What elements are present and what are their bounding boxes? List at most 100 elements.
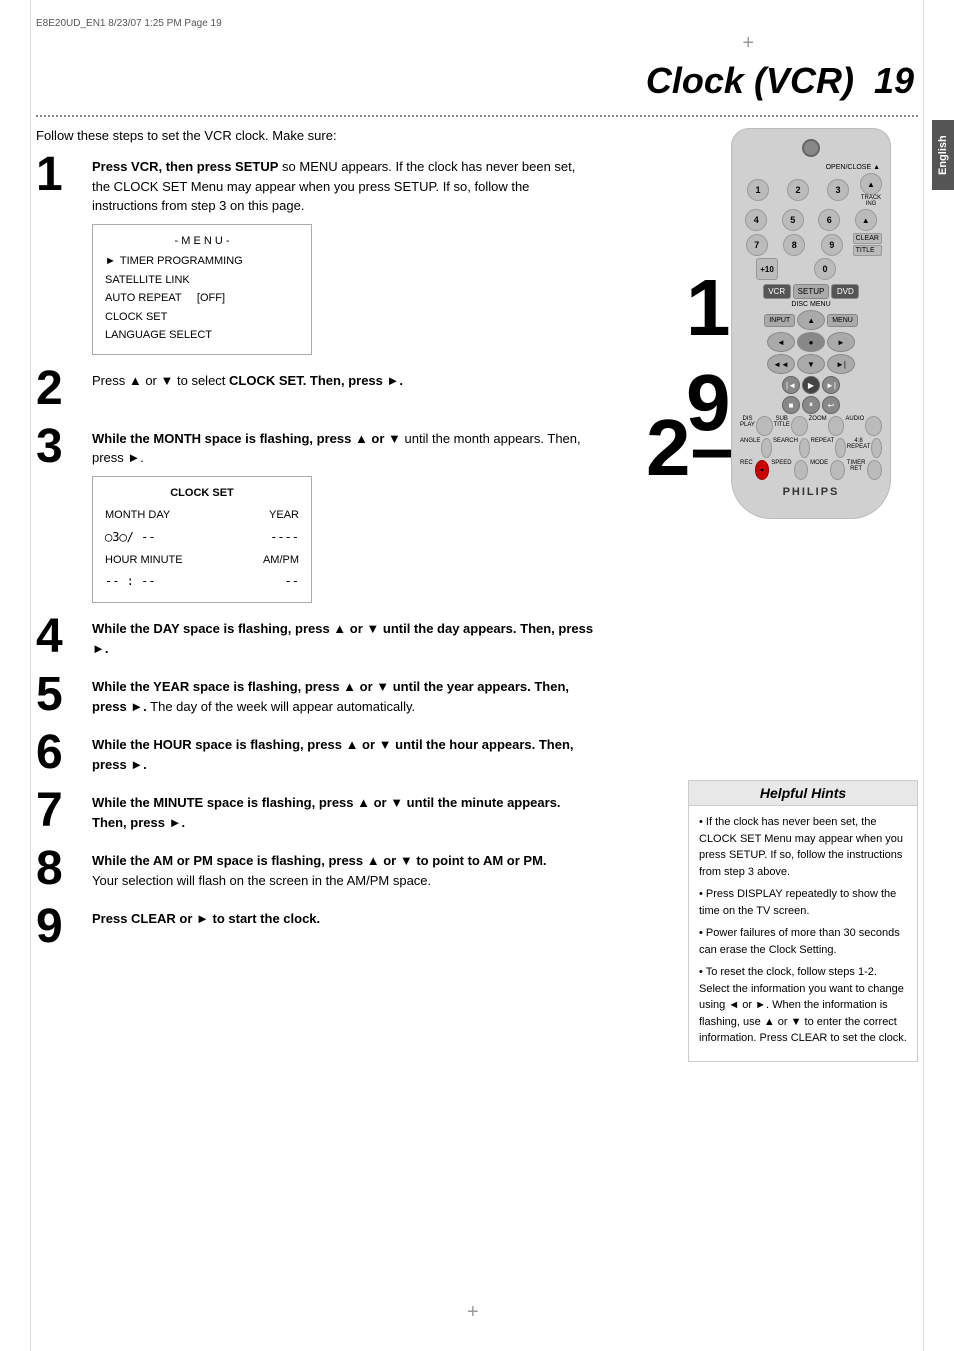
display-button[interactable]	[756, 416, 773, 436]
tracking-up-button[interactable]: ▲	[860, 173, 882, 195]
nav-ok-button[interactable]: ●	[797, 332, 825, 352]
audio-button[interactable]	[865, 416, 882, 436]
step-7: 7 While the MINUTE space is flashing, pr…	[36, 793, 596, 835]
menu-item-5-text: LANGUAGE SELECT	[105, 327, 212, 344]
subtitle-button[interactable]	[791, 416, 808, 436]
step-2: 2 Press ▲ or ▼ to select CLOCK SET. Then…	[36, 371, 596, 413]
menu-title: - M E N U -	[105, 233, 299, 250]
philips-label: PHILIPS	[740, 486, 882, 498]
audio-label: AUDIO	[845, 416, 864, 436]
nav-left-button[interactable]: ◄	[767, 332, 795, 352]
step-5-content: While the YEAR space is flashing, press …	[92, 677, 596, 716]
step-5-number: 5	[36, 671, 84, 719]
main-content: Follow these steps to set the VCR clock.…	[36, 128, 596, 967]
mode-row: VCR SETUP DVD	[740, 284, 882, 299]
step-8-text: While the AM or PM space is flashing, pr…	[92, 853, 547, 868]
subtitle-label: SUBTITLE	[774, 416, 790, 436]
clear-title-area: CLEAR TITLE	[853, 233, 882, 256]
transport-row-1: |◄ ▶ ►|	[740, 376, 882, 394]
power-button[interactable]	[802, 139, 820, 157]
nav-up-button[interactable]: ▲	[797, 310, 825, 330]
nav-down-button[interactable]: ▼	[797, 354, 825, 374]
menu-item-4: CLOCK SET	[105, 309, 299, 326]
stop-button[interactable]: ■	[782, 396, 800, 414]
helpful-hints-box: Helpful Hints If the clock has never bee…	[688, 780, 918, 1062]
play-button[interactable]: ▶	[802, 376, 820, 394]
num-row-3: 7 8 9 CLEAR TITLE	[740, 233, 882, 256]
search-button[interactable]	[799, 438, 810, 458]
display-label: DISPLAY	[740, 416, 755, 436]
num-8-button[interactable]: 8	[783, 234, 805, 256]
input-button[interactable]: INPUT	[764, 314, 795, 327]
vcr-button[interactable]: VCR	[763, 284, 791, 299]
num-5-button[interactable]: 5	[782, 209, 804, 231]
num-1-button[interactable]: 1	[747, 179, 769, 201]
timer-ret-button[interactable]	[867, 460, 882, 480]
clock-row-1-values: ◯3◯/ -- ----	[105, 528, 299, 546]
num-6-button[interactable]: 6	[818, 209, 840, 231]
angle-button[interactable]	[761, 438, 772, 458]
step-4-number: 4	[36, 613, 84, 661]
step-2-text: Press ▲ or ▼ to select CLOCK SET. Then, …	[92, 373, 403, 388]
hint-1: If the clock has never been set, the CLO…	[699, 814, 907, 880]
step-7-number: 7	[36, 787, 84, 835]
clock-hour-min-label: HOUR MINUTE	[105, 552, 183, 569]
num-2-button[interactable]: 2	[787, 179, 809, 201]
step-6-text: While the HOUR space is flashing, press …	[92, 737, 574, 772]
crosshair-top: +	[742, 32, 754, 55]
step-7-content: While the MINUTE space is flashing, pres…	[92, 793, 596, 832]
clock-set-title: CLOCK SET	[105, 485, 299, 502]
menu-item-3-text: AUTO REPEAT [OFF]	[105, 290, 225, 307]
menu-item-2: SATELLITE LINK	[105, 272, 299, 289]
step-3-text: While the MONTH space is flashing, press…	[92, 431, 581, 466]
num-4-button[interactable]: 4	[745, 209, 767, 231]
step-9-content: Press CLEAR or ► to start the clock.	[92, 909, 596, 929]
clock-set-box: CLOCK SET MONTH DAY YEAR ◯3◯/ -- ---- HO…	[92, 476, 312, 604]
step-1-number: 1	[36, 151, 84, 199]
menu-item-4-text: CLOCK SET	[105, 309, 167, 326]
pause-button[interactable]: ⏸	[802, 396, 820, 414]
skip-back-button[interactable]: |◄	[782, 376, 800, 394]
setup-button[interactable]: SETUP	[793, 284, 830, 299]
menu-button[interactable]: MENU	[827, 314, 858, 327]
skip-fwd-button[interactable]: ►|	[822, 376, 840, 394]
ffw-button[interactable]: ►|	[827, 354, 855, 374]
menu-item-1-text: TIMER PROGRAMMING	[120, 253, 243, 270]
clock-row-1-labels: MONTH DAY YEAR	[105, 507, 299, 524]
num-3-button[interactable]: 3	[827, 179, 849, 201]
hint-3: Power failures of more than 30 seconds c…	[699, 925, 907, 958]
plus10-button[interactable]: +10	[756, 258, 778, 280]
tracking-label: TRACKING	[861, 195, 881, 207]
step-6-number: 6	[36, 729, 84, 777]
num-9-button[interactable]: 9	[821, 234, 843, 256]
num-0-button[interactable]: 0	[814, 258, 836, 280]
mode-button[interactable]	[830, 460, 845, 480]
speed-label: SPEED	[771, 460, 791, 480]
repeat-4-8-button[interactable]	[871, 438, 882, 458]
step-4: 4 While the DAY space is flashing, press…	[36, 619, 596, 661]
nav-right-button[interactable]: ►	[827, 332, 855, 352]
clock-row-2-values: -- : -- --	[105, 572, 299, 590]
dvd-button[interactable]: DVD	[831, 284, 859, 299]
step-3: 3 While the MONTH space is flashing, pre…	[36, 429, 596, 604]
step-6-content: While the HOUR space is flashing, press …	[92, 735, 596, 774]
intro-text: Follow these steps to set the VCR clock.…	[36, 128, 596, 143]
nav-row: ◄ ● ►	[740, 332, 882, 352]
page-margin-right	[923, 0, 924, 1351]
rew-button[interactable]: ◄◄	[767, 354, 795, 374]
step-8: 8 While the AM or PM space is flashing, …	[36, 851, 596, 893]
tracking-down-button[interactable]: ▲	[855, 209, 877, 231]
title-label: TITLE	[853, 245, 882, 256]
crosshair-bottom	[467, 1301, 487, 1321]
back-button[interactable]: ↩	[822, 396, 840, 414]
nav-down-row: ◄◄ ▼ ►|	[740, 354, 882, 374]
repeat-button[interactable]	[835, 438, 846, 458]
clock-row-2-labels: HOUR MINUTE AM/PM	[105, 552, 299, 569]
repeat-4-8-label: 4:8REPEAT	[847, 438, 871, 458]
num-7-button[interactable]: 7	[746, 234, 768, 256]
zoom-button[interactable]	[828, 416, 845, 436]
speed-button[interactable]	[794, 460, 809, 480]
rec-button[interactable]: ●	[755, 460, 770, 480]
transport-row-2: ■ ⏸ ↩	[740, 396, 882, 414]
dotted-separator	[36, 115, 918, 117]
